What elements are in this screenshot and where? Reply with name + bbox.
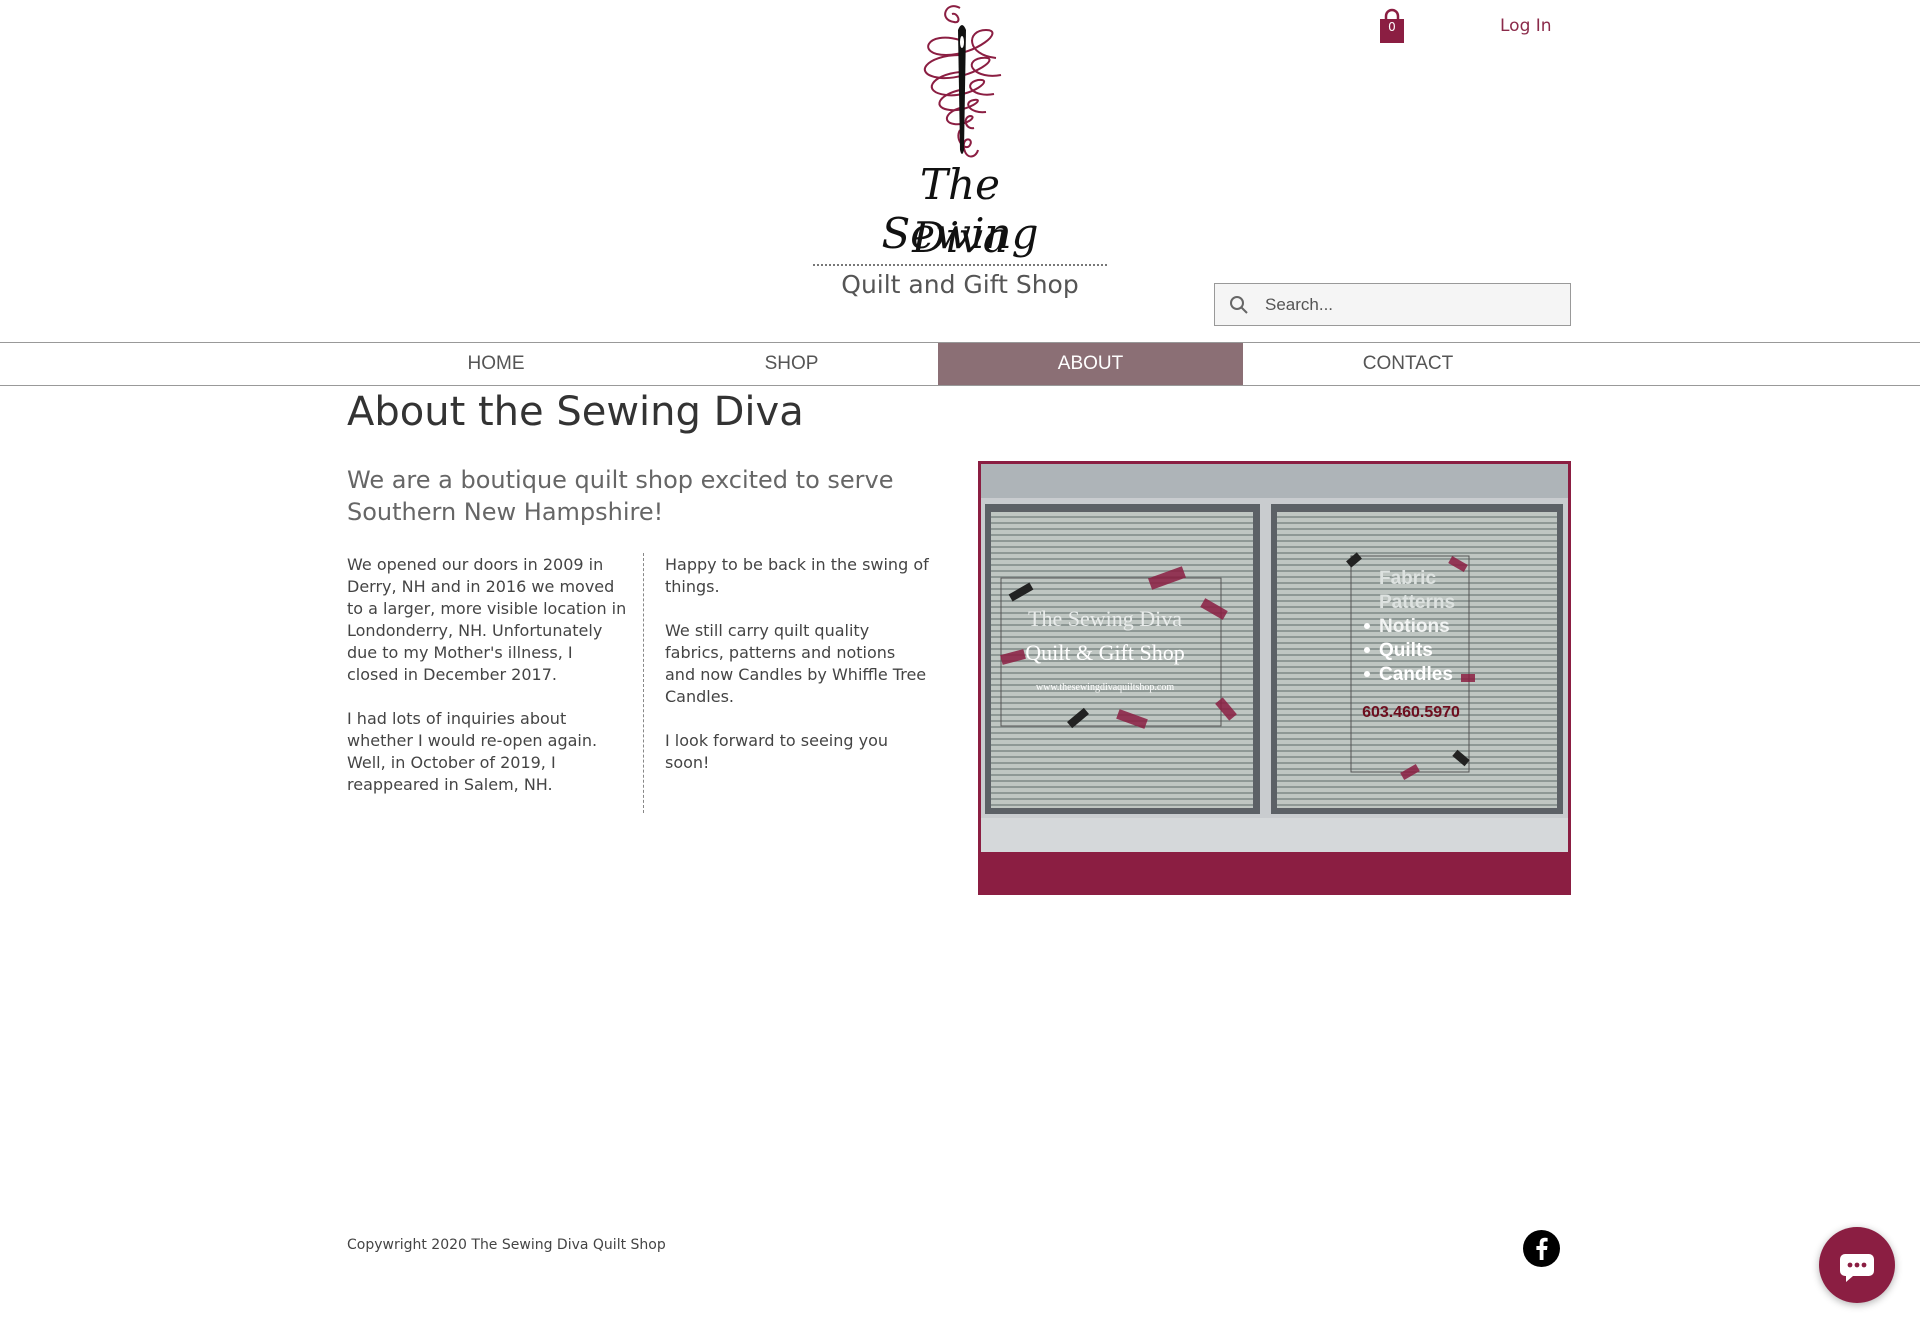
sign-subtitle: Quilt & Gift Shop	[1025, 640, 1185, 665]
nav-item-about[interactable]: ABOUT	[938, 343, 1243, 385]
site-tagline: Quilt and Gift Shop	[841, 270, 1079, 299]
page-subheading: We are a boutique quilt shop excited to …	[347, 466, 894, 526]
nav-item-shop[interactable]: SHOP	[645, 343, 938, 385]
search-input[interactable]	[1263, 293, 1547, 316]
search-icon	[1230, 295, 1248, 314]
main-nav: HOME SHOP ABOUT CONTACT	[0, 342, 1920, 386]
search-box[interactable]	[1214, 283, 1571, 326]
about-column-right: Happy to be back in the swing of things.…	[665, 554, 930, 796]
paragraph: I look forward to seeing you soon!	[665, 731, 889, 772]
site-logo[interactable]: The Sewing Diva	[813, 0, 1107, 268]
nav-item-home[interactable]: HOME	[347, 343, 645, 385]
chat-button[interactable]	[1819, 1227, 1895, 1303]
needle-thread-icon	[923, 5, 1002, 158]
page-title: About the Sewing Diva	[347, 389, 804, 435]
storefront-photo: The Sewing Diva Quilt & Gift Shop www.th…	[978, 461, 1571, 895]
sign-list-item: Notions	[1379, 616, 1450, 637]
cart-count-badge: 0	[1388, 20, 1396, 34]
facebook-icon[interactable]	[1523, 1230, 1560, 1267]
sign-url: www.thesewingdivaquiltshop.com	[1036, 682, 1174, 693]
chat-bubble-icon	[1840, 1254, 1874, 1282]
sign-list-item: Patterns	[1379, 592, 1455, 613]
sign-phone: 603.460.5970	[1362, 704, 1460, 721]
paragraph: Happy to be back in the swing of things.	[665, 555, 929, 596]
login-link[interactable]: Log In	[1500, 16, 1552, 36]
paragraph: I had lots of inquiries about whether I …	[347, 709, 598, 794]
paragraph: We opened our doors in 2009 in Derry, NH…	[347, 555, 627, 684]
sign-title: The Sewing Diva	[1028, 606, 1182, 631]
copyright-text: Copywright 2020 The Sewing Diva Quilt Sh…	[347, 1237, 666, 1253]
nav-item-contact[interactable]: CONTACT	[1243, 343, 1573, 385]
logo-divider	[813, 264, 1107, 266]
logo-title-line2: Diva	[912, 213, 1008, 262]
paragraph: We still carry quilt quality fabrics, pa…	[665, 621, 927, 706]
sign-list-item: Quilts	[1379, 640, 1433, 661]
sign-list-item: Fabric	[1379, 568, 1436, 589]
column-divider	[643, 553, 644, 813]
sign-list-item: Candles	[1379, 664, 1453, 685]
about-column-left: We opened our doors in 2009 in Derry, NH…	[347, 554, 627, 818]
